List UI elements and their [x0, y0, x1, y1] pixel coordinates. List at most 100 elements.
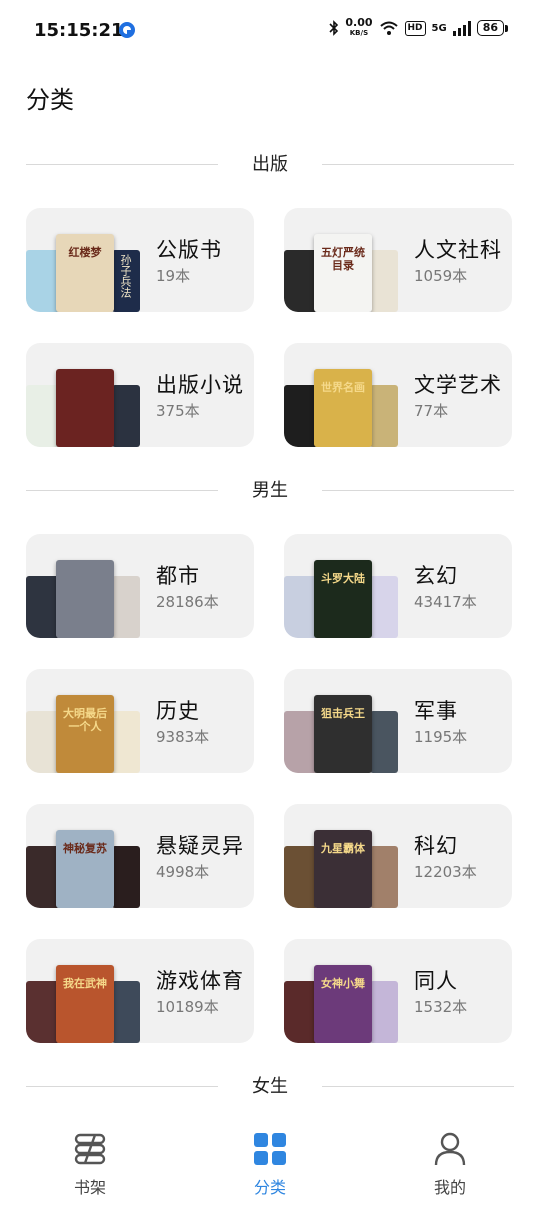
book-cover-back-right	[112, 385, 140, 447]
book-cover: 大明最后一个人	[56, 695, 114, 773]
net-speed-value: 0.00	[345, 16, 373, 29]
book-cover-back-right	[112, 846, 140, 908]
tab-label: 我的	[433, 1178, 466, 1197]
book-cover: 世界名画	[314, 369, 372, 447]
app-notification-icon	[119, 22, 135, 38]
book-cover	[56, 369, 114, 447]
tab-bookshelf[interactable]: 书架	[30, 1130, 150, 1200]
category-title: 人文社科	[414, 238, 502, 262]
bottom-tab-bar: 书架 分类 我的	[0, 1118, 540, 1206]
book-cover: 女神小舞	[314, 965, 372, 1043]
book-cover-text: 神秘复苏	[63, 842, 107, 855]
category-card[interactable]: 出版小说 375本	[26, 343, 254, 447]
category-title: 军事	[414, 699, 458, 723]
tab-label: 分类	[253, 1178, 286, 1197]
hd-badge: HD	[404, 20, 426, 36]
status-time: 15:15:21	[34, 20, 124, 41]
book-cover-back-right	[370, 250, 398, 312]
book-cover-text: 斗罗大陆	[321, 572, 365, 585]
book-cover-back-left	[26, 250, 60, 312]
section-label: 出版	[252, 154, 288, 175]
book-cover-text: 孙子兵法	[119, 254, 132, 298]
book-cover: 九星霸体	[314, 830, 372, 908]
book-cover-back-left	[284, 250, 318, 312]
wifi-icon	[379, 21, 398, 35]
divider	[322, 490, 514, 491]
status-bar: 15:15:21 0.00 KB/S HD 5G 86	[0, 0, 540, 60]
book-cover-back-right	[112, 981, 140, 1043]
category-count: 375本	[156, 402, 200, 420]
section-header-male: 男生	[26, 476, 514, 506]
book-cover-text: 红楼梦	[68, 246, 102, 259]
category-count: 12203本	[414, 863, 477, 881]
category-card[interactable]: 大明最后一个人 历史 9383本	[26, 669, 254, 773]
category-card[interactable]: 都市 28186本	[26, 534, 254, 638]
book-cover-text: 九星霸体	[321, 842, 365, 855]
book-cover-back-left	[26, 711, 60, 773]
book-cover-back-right	[370, 576, 398, 638]
category-card[interactable]: 九星霸体 科幻 12203本	[284, 804, 512, 908]
bookshelf-icon	[74, 1133, 106, 1165]
category-card[interactable]: 神秘复苏 悬疑灵异 4998本	[26, 804, 254, 908]
category-card[interactable]: 女神小舞 同人 1532本	[284, 939, 512, 1043]
net-speed-unit: KB/S	[349, 29, 369, 37]
book-cover-text: 五灯严统目录	[321, 246, 365, 272]
category-count: 28186本	[156, 593, 219, 611]
book-cover-back-left	[284, 576, 318, 638]
category-card[interactable]: 斗罗大陆 玄幻 43417本	[284, 534, 512, 638]
section-header-female: 女生	[26, 1072, 514, 1102]
book-cover-back-left	[26, 981, 60, 1043]
section-header-publish: 出版	[26, 150, 514, 180]
book-cover-back-left	[26, 846, 60, 908]
status-icons: 0.00 KB/S HD 5G 86	[329, 16, 509, 38]
category-count: 9383本	[156, 728, 210, 746]
book-cover-back-left	[26, 576, 60, 638]
book-cover-back-left	[284, 981, 318, 1043]
book-cover-back-left	[26, 385, 60, 447]
book-cover-back-right	[370, 385, 398, 447]
category-title: 悬疑灵异	[156, 834, 244, 858]
profile-icon	[434, 1132, 466, 1166]
book-cover: 斗罗大陆	[314, 560, 372, 638]
bluetooth-icon	[329, 20, 339, 36]
category-count: 4998本	[156, 863, 210, 881]
book-cover-text: 我在武神	[63, 977, 107, 990]
book-cover: 狙击兵王	[314, 695, 372, 773]
signal-icon	[452, 20, 471, 36]
section-label: 女生	[252, 1076, 288, 1097]
tab-profile[interactable]: 我的	[390, 1130, 510, 1200]
tab-category[interactable]: 分类	[210, 1130, 330, 1200]
tab-label: 书架	[73, 1178, 106, 1197]
network-type: 5G	[431, 22, 447, 34]
book-cover-back-left	[284, 846, 318, 908]
divider	[322, 164, 514, 165]
category-count: 77本	[414, 402, 449, 420]
category-title: 都市	[156, 564, 200, 588]
book-cover-text: 女神小舞	[321, 977, 365, 990]
book-cover-text: 大明最后一个人	[63, 707, 107, 733]
category-title: 出版小说	[156, 373, 244, 397]
battery-icon: 86	[476, 20, 509, 36]
section-label: 男生	[252, 480, 288, 501]
page-title: 分类	[26, 86, 74, 114]
category-count: 1059本	[414, 267, 468, 285]
category-grid-icon	[254, 1133, 286, 1165]
category-card[interactable]: 世界名画 文学艺术 77本	[284, 343, 512, 447]
category-count: 10189本	[156, 998, 219, 1016]
book-cover-back-right: 孙子兵法	[112, 250, 140, 312]
category-count: 1195本	[414, 728, 468, 746]
book-cover-back-right	[112, 576, 140, 638]
category-title: 玄幻	[414, 564, 458, 588]
book-cover-text: 世界名画	[321, 381, 365, 394]
category-card[interactable]: 五灯严统目录 人文社科 1059本	[284, 208, 512, 312]
category-card[interactable]: 我在武神 游戏体育 10189本	[26, 939, 254, 1043]
category-card[interactable]: 孙子兵法 红楼梦 公版书 19本	[26, 208, 254, 312]
category-count: 1532本	[414, 998, 468, 1016]
book-cover: 五灯严统目录	[314, 234, 372, 312]
category-title: 同人	[414, 969, 458, 993]
book-cover: 神秘复苏	[56, 830, 114, 908]
book-cover-back-right	[112, 711, 140, 773]
category-card[interactable]: 狙击兵王 军事 1195本	[284, 669, 512, 773]
divider	[322, 1086, 514, 1087]
category-title: 公版书	[156, 238, 222, 262]
